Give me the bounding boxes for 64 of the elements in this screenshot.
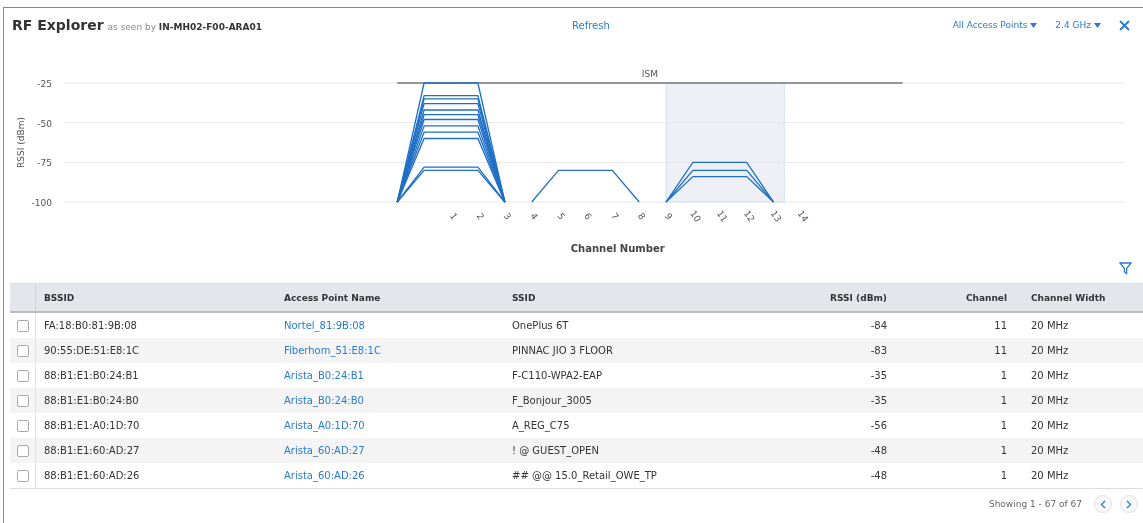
rssi-cell-text: -48 (869, 470, 888, 481)
rssi-cell-text: -84 (869, 320, 888, 331)
column-header: RSSI (dBm) (829, 292, 888, 303)
channel-width-cell-text: 20 MHz (1030, 320, 1070, 331)
rssi-cell-text: -35 (869, 395, 888, 406)
panel-subtitle: as seen by IN-MH02-F00-ARA01 (107, 22, 263, 32)
ssid-cell-text: OnePlus 6T (511, 320, 570, 331)
channel-width-cell-text: 20 MHz (1030, 345, 1070, 356)
ssid-cell-text: ## @@ 15.0_Retail_OWE_TP (511, 470, 658, 481)
x-tick-label: 4 (528, 211, 540, 222)
x-tick-label: 14 (795, 208, 811, 224)
ssid-cell-text: A_REG_C75 (511, 420, 571, 431)
x-tick-label: 1 (447, 211, 460, 222)
column-header: SSID (511, 292, 537, 303)
channel-cell-text: 1 (999, 445, 1008, 456)
bssid-cell-text: 88:B1:E1:B0:24:B1 (43, 370, 140, 381)
column-header: Channel Width (1030, 292, 1107, 303)
x-tick-label: 7 (609, 211, 621, 222)
channel-width-cell-text: 20 MHz (1030, 470, 1070, 481)
y-tick-label: -50 (37, 118, 52, 129)
column-header: Channel (964, 292, 1008, 303)
x-tick-label: 2 (474, 211, 487, 222)
rssi-cell-text: -83 (869, 345, 888, 356)
column-header: BSSID (43, 292, 76, 303)
x-tick-label: 10 (688, 208, 703, 224)
x-tick-label: 8 (635, 211, 648, 222)
rssi-cell-text: -35 (869, 370, 888, 381)
x-axis-title: Channel Number (570, 243, 665, 254)
channel-width-cell-text: 20 MHz (1030, 370, 1070, 381)
y-axis-title: RSSI (dBm) (16, 117, 26, 168)
channel-width-cell-text: 20 MHz (1030, 420, 1070, 431)
y-tick-label: -100 (31, 198, 52, 208)
x-tick-label: 5 (555, 211, 567, 222)
y-tick-label: -25 (37, 79, 52, 89)
bssid-cell-text: 88:B1:E1:60:AD:27 (43, 445, 141, 456)
bssid-cell-text: FA:18:B0:81:9B:08 (43, 320, 138, 331)
column-header: Access Point Name (283, 292, 382, 303)
channel-cell-text: 1 (999, 395, 1008, 406)
channel-cell-text: 11 (993, 320, 1008, 331)
bssid-cell-text: 90:55:DE:51:E8:1C (43, 345, 141, 356)
x-tick-label: 12 (741, 208, 757, 224)
channel-width-cell-text: 20 MHz (1030, 395, 1070, 406)
ssid-cell-text: ! @ GUEST_OPEN (511, 445, 600, 456)
x-tick-label: 3 (501, 211, 513, 222)
panel-title: RF Explorer (12, 17, 104, 33)
pagination-summary: Showing 1 - 67 of 67 (988, 499, 1082, 509)
x-tick-label: 6 (582, 211, 594, 222)
channel-cell-text: 1 (999, 470, 1008, 481)
channel-cell-text: 1 (999, 370, 1008, 381)
channel-width-cell-text: 20 MHz (1030, 445, 1070, 456)
bssid-cell-text: 88:B1:E1:A0:1D:70 (43, 420, 141, 431)
ssid-cell-text: PINNAC JIO 3 FLOOR (511, 345, 614, 356)
rssi-cell-text: -56 (869, 420, 888, 431)
channel-cell-text: 11 (993, 345, 1008, 356)
ssid-cell-text: F-C110-WPA2-EAP (511, 370, 603, 381)
rssi-cell-text: -48 (869, 445, 888, 456)
ssid-cell-text: F_Bonjour_3005 (511, 395, 593, 406)
x-tick-label: 11 (714, 208, 730, 224)
y-tick-label: -75 (37, 158, 52, 169)
channel-cell-text: 1 (999, 420, 1008, 431)
bssid-cell-text: 88:B1:E1:B0:24:B0 (43, 395, 140, 406)
x-tick-label: 13 (768, 208, 784, 224)
x-tick-label: 9 (662, 211, 675, 222)
bssid-cell-text: 88:B1:E1:60:AD:26 (43, 470, 141, 481)
